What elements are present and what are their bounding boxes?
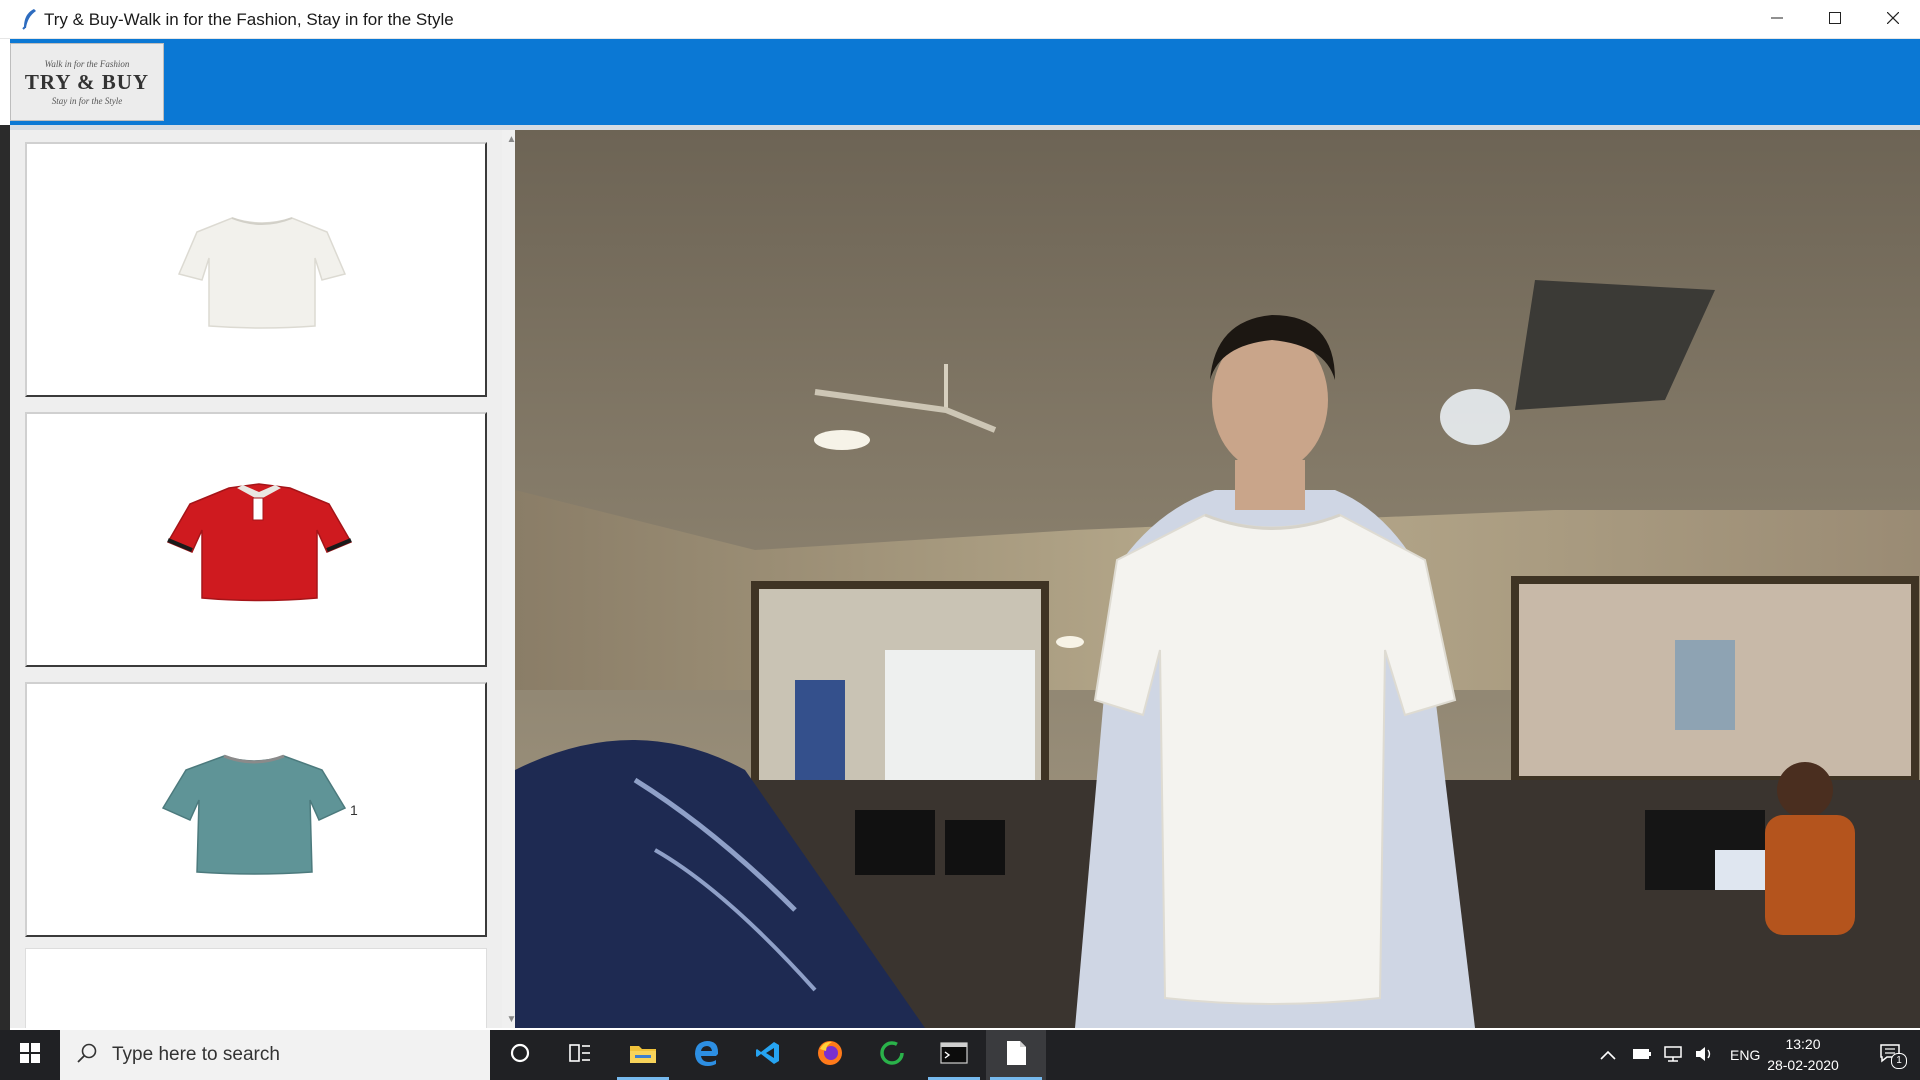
window-title: Try & Buy-Walk in for the Fashion, Stay … [44, 10, 454, 29]
cortana-button[interactable] [490, 1030, 550, 1080]
brand-logo: Walk in for the Fashion TRY & BUY Stay i… [10, 43, 164, 121]
app-header: Walk in for the Fashion TRY & BUY Stay i… [10, 39, 1920, 125]
network-icon[interactable] [1662, 1045, 1684, 1066]
refresh-app-icon [878, 1039, 906, 1072]
notepad-icon [1005, 1040, 1027, 1071]
clock-time: 13:20 [1785, 1036, 1821, 1052]
cortana-icon [509, 1042, 531, 1069]
task-view-button[interactable] [550, 1030, 610, 1080]
teal-tshirt-image [162, 754, 347, 875]
logo-tagline-bottom: Stay in for the Style [51, 95, 123, 106]
task-view-icon [568, 1042, 592, 1069]
taskbar-terminal[interactable] [924, 1030, 984, 1080]
taskbar-file-explorer[interactable] [613, 1030, 673, 1080]
minimize-icon [1771, 11, 1783, 29]
taskbar-clock[interactable]: 13:20 28-02-2020 [1760, 1034, 1846, 1076]
taskbar-edge[interactable] [676, 1030, 736, 1080]
logo-tagline-top: Walk in for the Fashion [44, 58, 130, 69]
show-hidden-icons-icon[interactable] [1600, 1047, 1616, 1063]
item-count-label: 1 [350, 802, 358, 818]
notification-icon: 1 [1879, 1043, 1907, 1069]
feather-icon [20, 8, 40, 30]
system-tray: ENG [1600, 1030, 1760, 1080]
logo-brand: TRY & BUY [24, 69, 150, 94]
windows-logo-icon [20, 1042, 40, 1068]
close-button[interactable] [1864, 0, 1920, 39]
windows-taskbar: Type here to search ENG 13:20 28-02-2020 [0, 1030, 1920, 1080]
language-indicator[interactable]: ENG [1730, 1047, 1760, 1063]
camera-scene [515, 130, 1920, 1028]
catalog-item-red-polo-shirt[interactable] [25, 412, 487, 667]
camera-feed [515, 130, 1920, 1028]
maximize-button[interactable] [1806, 0, 1864, 39]
search-placeholder: Type here to search [112, 1044, 280, 1065]
action-center-button[interactable]: 1 [1860, 1030, 1920, 1080]
terminal-icon [940, 1041, 968, 1069]
taskbar-refresh-app[interactable] [862, 1030, 922, 1080]
title-bar: Try & Buy-Walk in for the Fashion, Stay … [0, 0, 1920, 39]
taskbar-vscode[interactable] [738, 1030, 798, 1080]
start-button[interactable] [0, 1030, 60, 1080]
vscode-icon [755, 1040, 781, 1071]
battery-icon[interactable] [1632, 1047, 1652, 1063]
catalog-item-white-tshirt[interactable] [25, 142, 487, 397]
white-tshirt-image [177, 217, 347, 329]
edge-icon [692, 1039, 720, 1072]
minimize-button[interactable] [1748, 0, 1806, 39]
red-polo-image [167, 483, 352, 602]
catalog-item-empty[interactable] [25, 948, 487, 1028]
taskbar-firefox[interactable] [800, 1030, 860, 1080]
file-explorer-icon [629, 1041, 657, 1070]
taskbar-search-box[interactable]: Type here to search [60, 1030, 490, 1080]
clock-date: 28-02-2020 [1767, 1057, 1839, 1073]
catalog-item-teal-tshirt[interactable]: 1 [25, 682, 487, 937]
window-edge [0, 125, 10, 1030]
catalog-panel: 1 ▲ ▼ [10, 130, 521, 1028]
close-icon [1886, 11, 1900, 29]
volume-icon[interactable] [1694, 1045, 1716, 1066]
notification-count-badge: 1 [1891, 1052, 1907, 1069]
firefox-icon [816, 1039, 844, 1072]
taskbar-notepad[interactable] [986, 1030, 1046, 1080]
search-icon [76, 1042, 98, 1069]
maximize-icon [1829, 11, 1841, 29]
